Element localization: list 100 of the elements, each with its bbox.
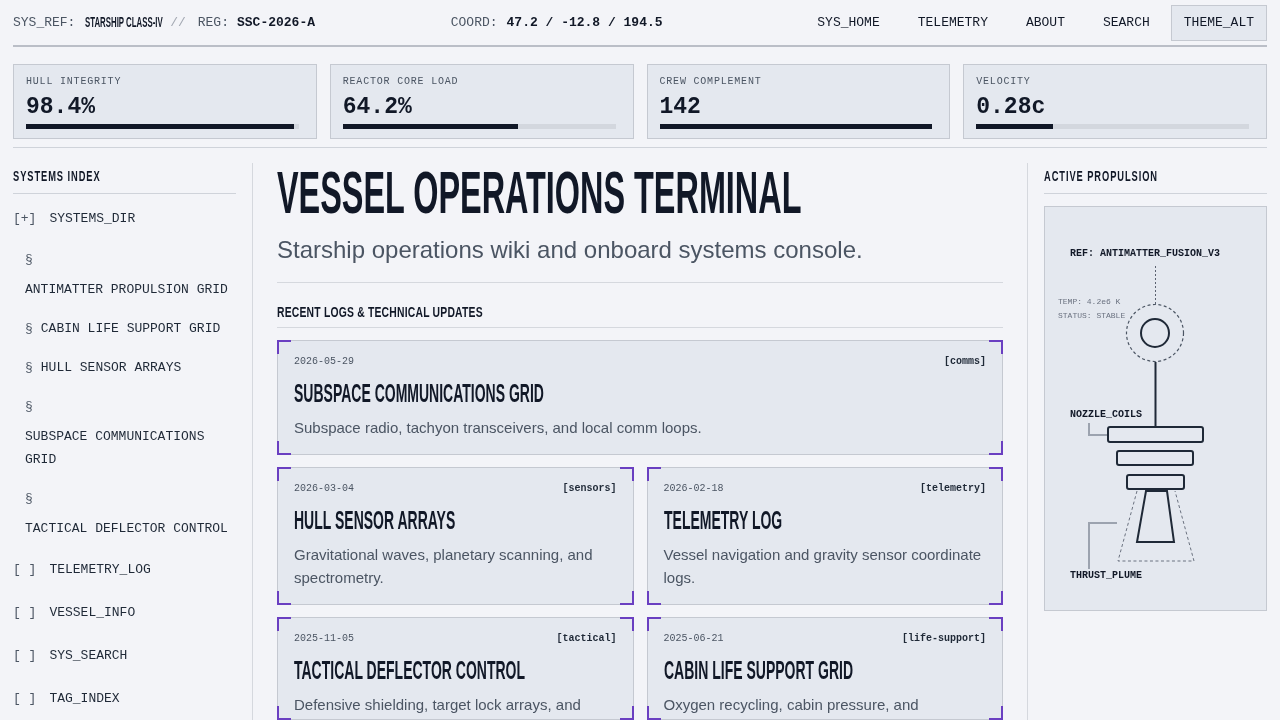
log-title: SUBSPACE COMMUNICATIONS GRID bbox=[294, 378, 544, 408]
nav-link[interactable]: SEARCH bbox=[1083, 0, 1169, 45]
nav-link[interactable]: SYS_HOME bbox=[798, 0, 899, 45]
separator: // bbox=[170, 13, 186, 32]
corner-bracket-icon bbox=[989, 441, 1003, 455]
tree-toggle[interactable]: [ ] bbox=[13, 687, 37, 710]
tree-toggle[interactable]: [ ] bbox=[13, 644, 37, 667]
coordinates-value: 47.2 / -12.8 / 194.5 bbox=[506, 13, 663, 32]
nav-link[interactable]: TELEMETRY bbox=[898, 0, 1007, 45]
log-date: 2026-02-18 bbox=[663, 483, 724, 495]
log-description: Defensive shielding, target lock arrays, and bbox=[294, 695, 582, 715]
corner-bracket-icon bbox=[277, 441, 291, 455]
corner-bracket-icon bbox=[646, 467, 661, 481]
sidebar-link[interactable]: CABIN LIFE SUPPORT GRID bbox=[40, 317, 221, 340]
panel-title: SYSTEMS INDEX bbox=[13, 167, 101, 185]
page-subtitle: Starship operations wiki and onboard systems console. bbox=[277, 235, 864, 265]
log-description: Gravitational waves, planetary scanning, and spectrometry. bbox=[294, 545, 594, 588]
diagram-label: THRUST_PLUME bbox=[1070, 570, 1142, 582]
stat-label: HULL INTEGRITY bbox=[26, 76, 123, 88]
connector-line bbox=[1154, 362, 1157, 427]
log-title: HULL SENSOR ARRAYS bbox=[294, 505, 456, 535]
corner-bracket-icon bbox=[989, 340, 1003, 354]
stat-value: 64.2% bbox=[342, 93, 413, 121]
reactor-core-icon bbox=[1125, 303, 1185, 363]
vessel-class: STARSHIP CLASS-IV bbox=[85, 13, 164, 32]
stat-label: REACTOR CORE LOAD bbox=[342, 76, 460, 88]
sidebar-link[interactable]: TACTICAL DEFLECTOR CONTROL bbox=[25, 517, 228, 540]
corner-bracket-icon bbox=[619, 706, 634, 720]
log-title: CABIN LIFE SUPPORT GRID bbox=[663, 655, 853, 685]
stat-value: 142 bbox=[659, 93, 702, 121]
corner-bracket-icon bbox=[619, 591, 634, 605]
corner-bracket-icon bbox=[619, 617, 634, 631]
corner-bracket-icon bbox=[619, 467, 634, 481]
log-date: 2025-11-05 bbox=[294, 633, 354, 645]
corner-bracket-icon bbox=[277, 467, 291, 481]
leader-line bbox=[1088, 423, 1108, 436]
field-label: SYS_REF: bbox=[13, 13, 76, 32]
log-tag: [life-support] bbox=[902, 633, 986, 645]
diagram-readout: TEMP: 4.2e6 K bbox=[1058, 297, 1121, 307]
corner-bracket-icon bbox=[646, 706, 661, 720]
sidebar-link[interactable]: HULL SENSOR ARRAYS bbox=[40, 356, 182, 379]
tree-toggle[interactable]: [ ] bbox=[13, 601, 37, 624]
section-marker: § bbox=[25, 359, 33, 377]
section-marker: § bbox=[25, 251, 33, 269]
corner-bracket-icon bbox=[989, 591, 1003, 605]
section-title: RECENT LOGS & TECHNICAL UPDATES bbox=[277, 303, 483, 321]
log-description: Subspace radio, tachyon transceivers, and local comm loops. bbox=[294, 418, 703, 438]
sidebar-link[interactable]: SYSTEMS_DIR bbox=[49, 207, 136, 230]
stat-value: 98.4% bbox=[26, 93, 96, 121]
sidebar-link[interactable]: VESSEL_INFO bbox=[49, 601, 136, 624]
tree-toggle[interactable]: [ ] bbox=[13, 558, 37, 581]
section-marker: § bbox=[25, 490, 33, 508]
sidebar-link[interactable]: SYS_SEARCH bbox=[49, 644, 128, 667]
diagram-label: REF: ANTIMATTER_FUSION_V3 bbox=[1070, 248, 1221, 260]
field-label: COORD: bbox=[450, 13, 498, 32]
log-date: 2026-05-29 bbox=[294, 356, 354, 368]
diagram-readout: STATUS: STABLE bbox=[1058, 311, 1126, 321]
corner-bracket-icon bbox=[989, 467, 1003, 481]
log-tag: [telemetry] bbox=[920, 483, 986, 495]
sidebar-link[interactable]: TELEMETRY_LOG bbox=[49, 558, 151, 581]
field-label: REG: bbox=[197, 13, 229, 32]
section-marker: § bbox=[25, 398, 33, 416]
corner-bracket-icon bbox=[646, 591, 661, 605]
log-date: 2025-06-21 bbox=[663, 633, 724, 645]
log-tag: [comms] bbox=[944, 356, 986, 368]
log-title: TELEMETRY LOG bbox=[663, 505, 782, 535]
log-title: TACTICAL DEFLECTOR CONTROL bbox=[294, 655, 525, 685]
corner-bracket-icon bbox=[277, 340, 291, 354]
theme-toggle-button[interactable]: THEME_ALT bbox=[1170, 4, 1267, 41]
log-card[interactable]: 2025-11-05 [tactical] TACTICAL DEFLECTOR CONTROL Defensive shielding, target lock arrays, and bbox=[277, 617, 634, 720]
stat-value: 0.28c bbox=[976, 93, 1047, 121]
log-date: 2026-03-04 bbox=[294, 483, 354, 495]
stat-label: VELOCITY bbox=[976, 76, 1032, 88]
leader-line bbox=[1088, 522, 1117, 569]
diagram-label: NOZZLE_COILS bbox=[1070, 409, 1142, 421]
corner-bracket-icon bbox=[277, 617, 291, 631]
log-tag: [sensors] bbox=[562, 483, 617, 495]
stat-label: CREW COMPLEMENT bbox=[659, 76, 763, 88]
sidebar-link[interactable]: ANTIMATTER PROPULSION GRID bbox=[25, 278, 228, 301]
log-card[interactable]: 2026-02-18 [telemetry] TELEMETRY LOG Vessel navigation and gravity sensor coordinate logs. bbox=[646, 467, 1003, 605]
corner-bracket-icon bbox=[277, 591, 291, 605]
log-tag: [tactical] bbox=[556, 633, 617, 645]
corner-bracket-icon bbox=[989, 617, 1003, 631]
log-description: Vessel navigation and gravity sensor coordinate logs. bbox=[663, 545, 983, 588]
corner-bracket-icon bbox=[277, 706, 291, 720]
section-marker: § bbox=[25, 320, 33, 338]
log-card[interactable]: 2026-03-04 [sensors] HULL SENSOR ARRAYS Gravitational waves, planetary scanning, and spectrometry. bbox=[277, 467, 634, 605]
registry-value: SSC-2026-A bbox=[237, 13, 315, 32]
corner-bracket-icon bbox=[989, 706, 1003, 720]
dotted-connector-line bbox=[1154, 266, 1157, 304]
log-description: Oxygen recycling, cabin pressure, and bbox=[663, 695, 920, 715]
nav-link[interactable]: ABOUT bbox=[1006, 0, 1084, 45]
log-card[interactable]: 2026-05-29 [comms] SUBSPACE COMMUNICATIONS GRID Subspace radio, tachyon transceivers, and local comm loops. bbox=[277, 340, 1003, 455]
corner-bracket-icon bbox=[646, 617, 661, 631]
sidebar-link[interactable]: TAG_INDEX bbox=[49, 687, 120, 710]
sidebar-link[interactable]: SUBSPACE COMMUNICATIONS GRID bbox=[25, 425, 236, 471]
log-card[interactable]: 2025-06-21 [life-support] CABIN LIFE SUPPORT GRID Oxygen recycling, cabin pressure, and bbox=[646, 617, 1003, 720]
tree-toggle[interactable]: [+] bbox=[13, 207, 37, 230]
page-title: VESSEL OPERATIONS TERMINAL bbox=[277, 163, 802, 223]
panel-title: ACTIVE PROPULSION bbox=[1044, 167, 1158, 185]
